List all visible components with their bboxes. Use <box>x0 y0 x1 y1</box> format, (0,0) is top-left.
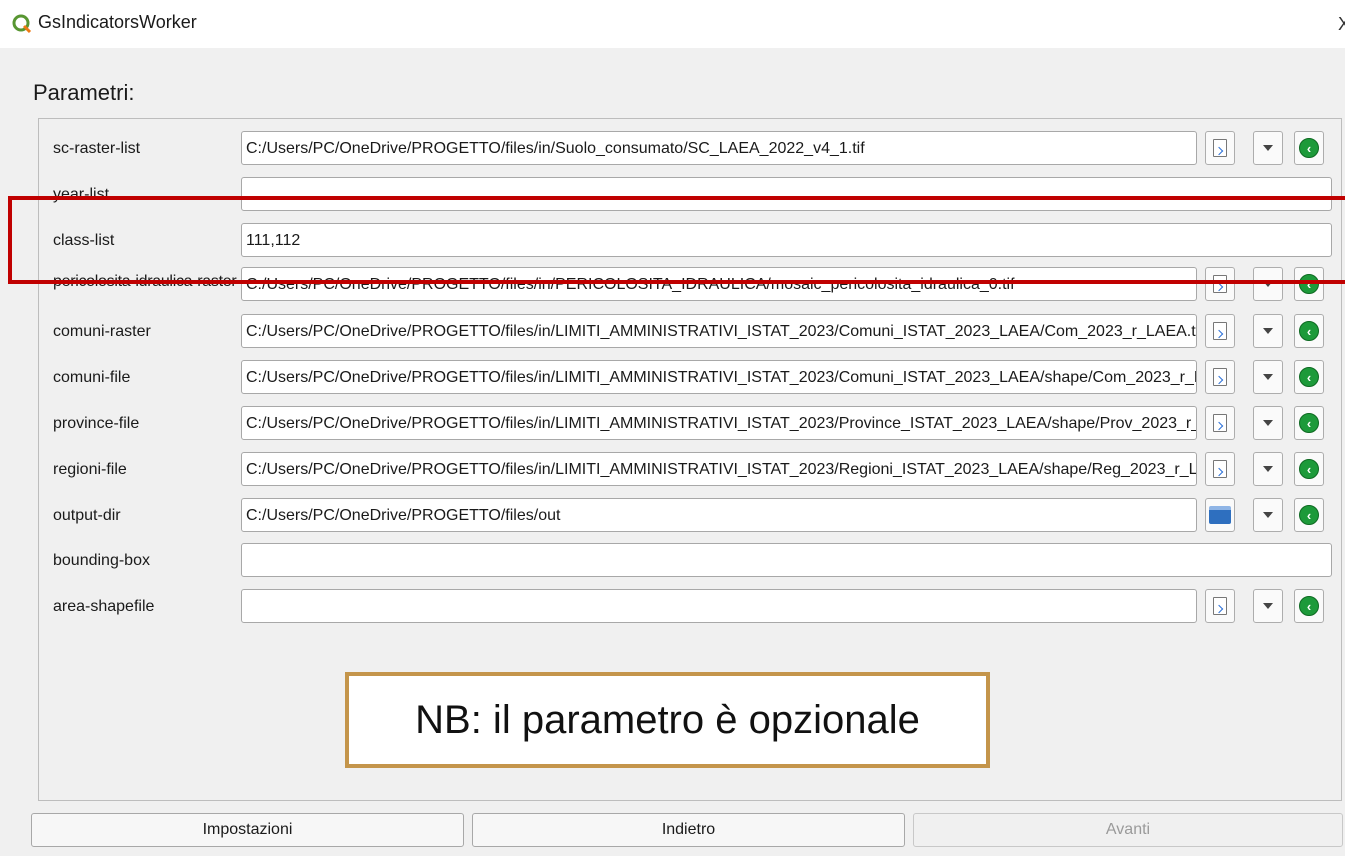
browse-file-button[interactable] <box>1205 360 1235 394</box>
browse-folder-button[interactable] <box>1205 498 1235 532</box>
regioni-file-input[interactable]: C:/Users/PC/OneDrive/PROGETTO/files/in/L… <box>241 452 1197 486</box>
area-shapefile-input[interactable] <box>241 589 1197 623</box>
param-row-comuni-file: comuni-file C:/Users/PC/OneDrive/PROGETT… <box>39 360 1343 396</box>
param-row-comuni-raster: comuni-raster C:/Users/PC/OneDrive/PROGE… <box>39 314 1343 350</box>
next-button[interactable]: Avanti <box>913 813 1343 847</box>
section-title: Parametri: <box>33 80 135 105</box>
file-browse-icon <box>1213 414 1227 432</box>
go-button[interactable]: ‹ <box>1294 131 1324 165</box>
arrow-left-circle-icon: ‹ <box>1299 505 1319 525</box>
chevron-down-icon <box>1263 603 1273 609</box>
arrow-left-circle-icon: ‹ <box>1299 321 1319 341</box>
param-row-bounding-box: bounding-box <box>39 543 1343 579</box>
options-dropdown-button[interactable] <box>1253 498 1283 532</box>
go-button[interactable]: ‹ <box>1294 498 1324 532</box>
file-browse-icon <box>1213 368 1227 386</box>
window-title: GsIndicatorsWorker <box>38 12 197 32</box>
go-button[interactable]: ‹ <box>1294 589 1324 623</box>
file-browse-icon <box>1213 322 1227 340</box>
param-row-province-file: province-file C:/Users/PC/OneDrive/PROGE… <box>39 406 1343 442</box>
go-button[interactable]: ‹ <box>1294 452 1324 486</box>
file-browse-icon <box>1213 139 1227 157</box>
chevron-down-icon <box>1263 466 1273 472</box>
arrow-left-circle-icon: ‹ <box>1299 459 1319 479</box>
output-dir-input[interactable]: C:/Users/PC/OneDrive/PROGETTO/files/out <box>241 498 1197 532</box>
options-dropdown-button[interactable] <box>1253 406 1283 440</box>
annotation-note: NB: il parametro è opzionale <box>345 672 990 768</box>
param-row-sc-raster-list: sc-raster-list C:/Users/PC/OneDrive/PROG… <box>39 131 1343 167</box>
options-dropdown-button[interactable] <box>1253 360 1283 394</box>
go-button[interactable]: ‹ <box>1294 314 1324 348</box>
file-browse-icon <box>1213 460 1227 478</box>
highlight-box <box>8 196 1345 284</box>
comuni-raster-input[interactable]: C:/Users/PC/OneDrive/PROGETTO/files/in/L… <box>241 314 1197 348</box>
param-row-regioni-file: regioni-file C:/Users/PC/OneDrive/PROGET… <box>39 452 1343 488</box>
arrow-left-circle-icon: ‹ <box>1299 138 1319 158</box>
param-label: output-dir <box>53 507 121 524</box>
chevron-down-icon <box>1263 420 1273 426</box>
file-browse-icon <box>1213 597 1227 615</box>
param-label: comuni-file <box>53 369 131 386</box>
go-button[interactable]: ‹ <box>1294 360 1324 394</box>
browse-file-button[interactable] <box>1205 589 1235 623</box>
param-label: area-shapefile <box>53 598 155 615</box>
options-dropdown-button[interactable] <box>1253 131 1283 165</box>
options-dropdown-button[interactable] <box>1253 314 1283 348</box>
settings-button[interactable]: Impostazioni <box>31 813 464 847</box>
param-label: comuni-raster <box>53 323 151 340</box>
param-label: bounding-box <box>53 552 150 569</box>
browse-file-button[interactable] <box>1205 314 1235 348</box>
arrow-left-circle-icon: ‹ <box>1299 596 1319 616</box>
browse-file-button[interactable] <box>1205 452 1235 486</box>
chevron-down-icon <box>1263 328 1273 334</box>
arrow-left-circle-icon: ‹ <box>1299 413 1319 433</box>
title-bar: GsIndicatorsWorker X <box>0 0 1345 48</box>
chevron-down-icon <box>1263 374 1273 380</box>
folder-browse-icon <box>1209 506 1231 524</box>
param-label: regioni-file <box>53 461 127 478</box>
param-row-output-dir: output-dir C:/Users/PC/OneDrive/PROGETTO… <box>39 498 1343 534</box>
browse-file-button[interactable] <box>1205 406 1235 440</box>
options-dropdown-button[interactable] <box>1253 589 1283 623</box>
chevron-down-icon <box>1263 512 1273 518</box>
comuni-file-input[interactable]: C:/Users/PC/OneDrive/PROGETTO/files/in/L… <box>241 360 1197 394</box>
qgis-logo-icon <box>12 14 32 34</box>
dialog-window: GsIndicatorsWorker X Parametri: sc-raste… <box>0 0 1345 856</box>
sc-raster-list-input[interactable]: C:/Users/PC/OneDrive/PROGETTO/files/in/S… <box>241 131 1197 165</box>
options-dropdown-button[interactable] <box>1253 452 1283 486</box>
back-button[interactable]: Indietro <box>472 813 905 847</box>
province-file-input[interactable]: C:/Users/PC/OneDrive/PROGETTO/files/in/L… <box>241 406 1197 440</box>
go-button[interactable]: ‹ <box>1294 406 1324 440</box>
bounding-box-input[interactable] <box>241 543 1332 577</box>
browse-file-button[interactable] <box>1205 131 1235 165</box>
chevron-down-icon <box>1263 145 1273 151</box>
arrow-left-circle-icon: ‹ <box>1299 367 1319 387</box>
param-label: province-file <box>53 415 140 432</box>
close-icon[interactable]: X <box>1338 14 1345 35</box>
param-label: sc-raster-list <box>53 140 141 157</box>
param-row-area-shapefile: area-shapefile ‹ <box>39 589 1343 625</box>
